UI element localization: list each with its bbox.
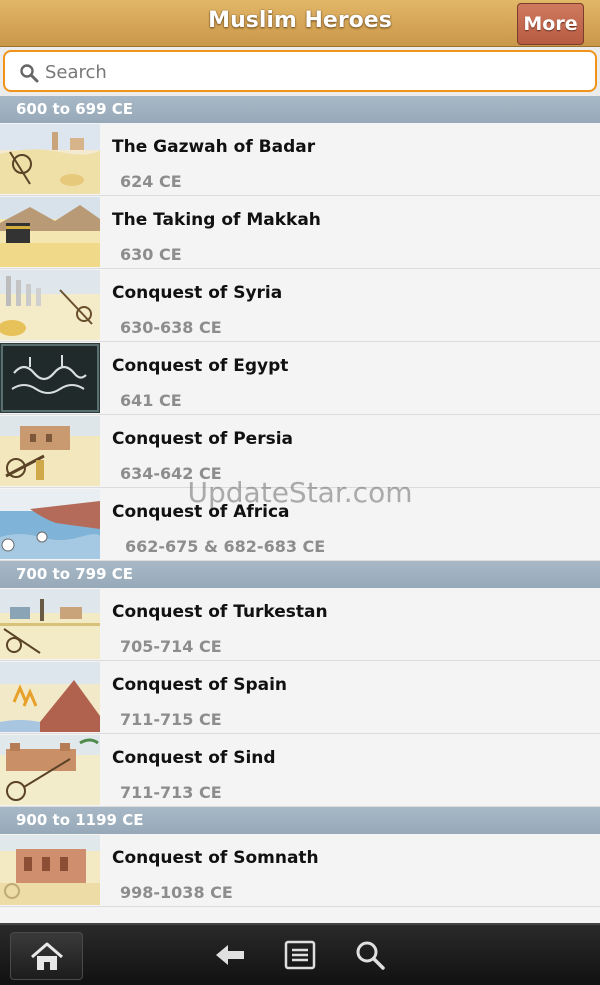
bottom-nav — [0, 923, 600, 985]
search-bar — [0, 47, 600, 96]
item-year: 662-675 & 682-683 CE — [125, 537, 326, 556]
list-item[interactable]: Conquest of Spain 711-715 CE — [0, 661, 600, 734]
search-icon — [20, 64, 39, 83]
item-title: Conquest of Somnath — [112, 848, 319, 868]
item-title: Conquest of Egypt — [112, 356, 289, 376]
item-title: The Taking of Makkah — [112, 210, 321, 230]
thumbnail-image — [0, 197, 100, 267]
list-item[interactable]: The Gazwah of Badar 624 CE — [0, 123, 600, 196]
list-item[interactable]: Conquest of Egypt 641 CE — [0, 342, 600, 415]
item-year: 711-713 CE — [120, 783, 222, 802]
thumbnail-image — [0, 835, 100, 905]
item-title: Conquest of Sind — [112, 748, 276, 768]
back-arrow-icon[interactable] — [214, 939, 246, 971]
item-year: 630-638 CE — [120, 318, 222, 337]
more-button[interactable]: More — [517, 3, 584, 45]
list-item[interactable]: Conquest of Turkestan 705-714 CE — [0, 588, 600, 661]
item-title: Conquest of Turkestan — [112, 602, 328, 622]
item-title: Conquest of Syria — [112, 283, 283, 303]
thumbnail-image — [0, 270, 100, 340]
item-title: Conquest of Spain — [112, 675, 288, 695]
item-year: 630 CE — [120, 245, 182, 264]
item-year: 998-1038 CE — [120, 883, 233, 902]
heroes-list: 600 to 699 CE The Gazwah of Badar 624 CE — [0, 96, 600, 927]
item-year: 711-715 CE — [120, 710, 222, 729]
section-header: 600 to 699 CE — [0, 96, 600, 123]
search-field[interactable] — [3, 50, 597, 92]
section-header: 900 to 1199 CE — [0, 807, 600, 834]
watermark: UpdateStar.com — [187, 476, 413, 509]
list-item[interactable]: Conquest of Somnath 998-1038 CE — [0, 834, 600, 907]
item-year: 624 CE — [120, 172, 182, 191]
thumbnail-image — [0, 662, 100, 732]
thumbnail-image — [0, 735, 100, 805]
list-icon[interactable] — [284, 939, 316, 971]
list-item[interactable]: The Taking of Makkah 630 CE — [0, 196, 600, 269]
app-title: Muslim Heroes — [208, 8, 392, 33]
section-header: 700 to 799 CE — [0, 561, 600, 588]
list-item[interactable]: Conquest of Sind 711-713 CE — [0, 734, 600, 807]
home-icon — [31, 942, 63, 970]
home-button[interactable] — [10, 932, 83, 980]
item-year: 705-714 CE — [120, 637, 222, 656]
search-input[interactable] — [45, 59, 585, 85]
thumbnail-image — [0, 124, 100, 194]
item-title: Conquest of Persia — [112, 429, 294, 449]
search-icon[interactable] — [354, 939, 386, 971]
item-year: 641 CE — [120, 391, 182, 410]
app-header: Muslim Heroes More — [0, 0, 600, 47]
list-item[interactable]: Conquest of Syria 630-638 CE — [0, 269, 600, 342]
thumbnail-image — [0, 589, 100, 659]
item-title: The Gazwah of Badar — [112, 137, 316, 157]
thumbnail-image — [0, 343, 100, 413]
